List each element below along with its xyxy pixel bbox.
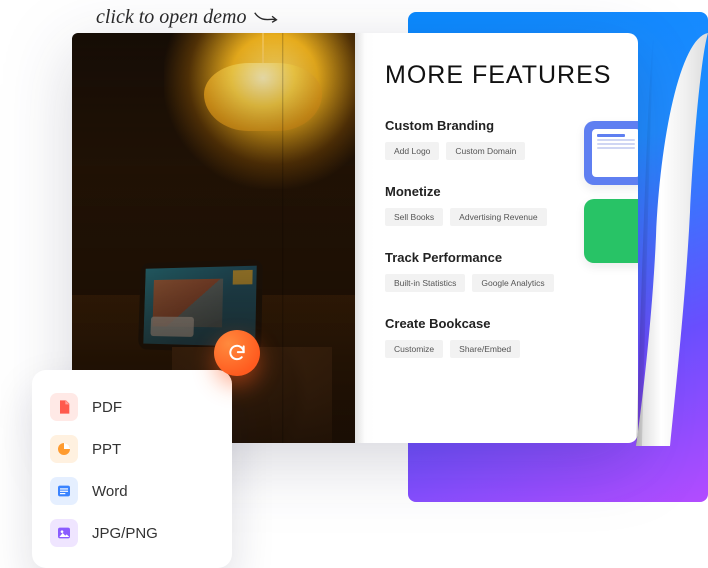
- format-label: PPT: [92, 441, 121, 458]
- feature-tag[interactable]: Google Analytics: [472, 274, 553, 292]
- arrow-icon: [253, 9, 279, 27]
- ppt-icon: [50, 435, 78, 463]
- format-row[interactable]: PPT: [50, 428, 214, 470]
- format-label: JPG/PNG: [92, 525, 158, 542]
- refresh-icon: [227, 343, 247, 363]
- feature-tag[interactable]: Share/Embed: [450, 340, 520, 358]
- feature-section: Custom Branding Add Logo Custom Domain: [385, 118, 612, 160]
- feature-heading: Custom Branding: [385, 118, 612, 133]
- feature-tag[interactable]: Custom Domain: [446, 142, 525, 160]
- demo-hint: click to open demo: [96, 6, 279, 29]
- feature-heading: Track Performance: [385, 250, 612, 265]
- feature-section: Track Performance Built-in Statistics Goog…: [385, 250, 612, 292]
- feature-tag[interactable]: Add Logo: [385, 142, 439, 160]
- feature-heading: Create Bookcase: [385, 316, 612, 331]
- format-label: Word: [92, 483, 128, 500]
- page-title: MORE FEATURES: [385, 61, 612, 90]
- feature-tag[interactable]: Customize: [385, 340, 443, 358]
- feature-section: Create Bookcase Customize Share/Embed: [385, 316, 612, 358]
- format-row[interactable]: Word: [50, 470, 214, 512]
- feature-tag[interactable]: Advertising Revenue: [450, 208, 546, 226]
- feature-tag[interactable]: Built-in Statistics: [385, 274, 465, 292]
- feature-card-monetize: [584, 199, 638, 263]
- feature-tag[interactable]: Sell Books: [385, 208, 443, 226]
- pdf-icon: [50, 393, 78, 421]
- format-card: PDF PPT Word JPG/PNG: [32, 370, 232, 568]
- flipbook-spine: [282, 33, 284, 443]
- feature-cards: [584, 121, 638, 263]
- refresh-button[interactable]: [214, 330, 260, 376]
- feature-section: Monetize Sell Books Advertising Revenue: [385, 184, 612, 226]
- image-icon: [50, 519, 78, 547]
- format-label: PDF: [92, 399, 122, 416]
- demo-hint-text: click to open demo: [96, 6, 247, 29]
- format-row[interactable]: JPG/PNG: [50, 512, 214, 554]
- feature-card-branding: [584, 121, 638, 185]
- feature-heading: Monetize: [385, 184, 612, 199]
- word-icon: [50, 477, 78, 505]
- flipbook-right-page[interactable]: MORE FEATURES Custom BrandingAdd LogoCus…: [355, 33, 638, 443]
- format-row[interactable]: PDF: [50, 386, 214, 428]
